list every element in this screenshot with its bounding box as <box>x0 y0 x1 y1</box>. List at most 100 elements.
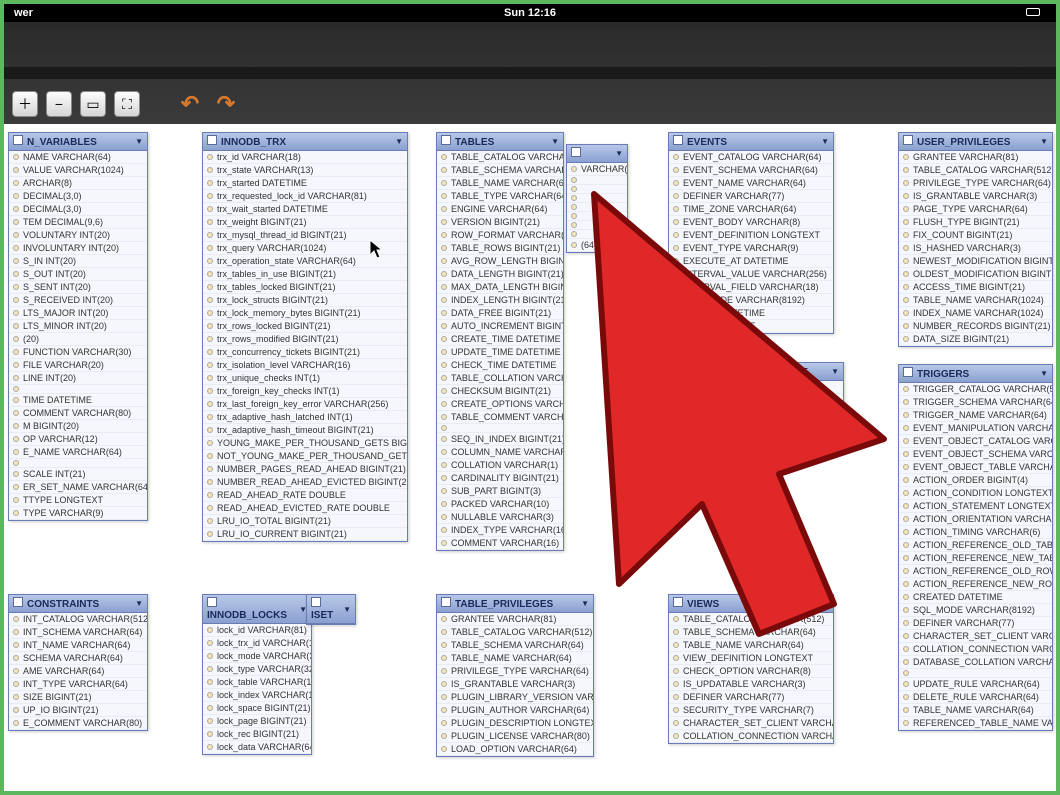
column-row[interactable]: INT_NAME VARCHAR(64) <box>9 639 147 652</box>
table-header[interactable]: VIEWS▼ <box>669 595 833 613</box>
column-row[interactable]: YOUNG_MAKE_PER_THOUSAND_GETS BIGINT(21) <box>203 437 407 450</box>
column-row[interactable]: COMMENT VARCHAR(16) <box>437 537 563 550</box>
column-row[interactable]: CHECK_TIME DATETIME <box>437 359 563 372</box>
innodb-trx-table[interactable]: INNODB_TRX▼trx_id VARCHAR(18)trx_state V… <box>202 132 408 542</box>
column-row[interactable]: DEFINER VARCHAR(77) <box>669 190 833 203</box>
column-row[interactable]: EVENT_OBJECT_SCHEMA VARCHAR(64) <box>899 448 1052 461</box>
innodb-locks-table[interactable]: INNODB_LOCKS▼lock_id VARCHAR(81)lock_trx… <box>202 594 312 755</box>
column-row[interactable]: INT_CATALOG VARCHAR(512) <box>9 613 147 626</box>
column-row[interactable]: LRU_IO_CURRENT BIGINT(21) <box>203 528 407 541</box>
column-row[interactable] <box>437 424 563 433</box>
column-row[interactable]: COLUMN_NAME VARCHAR(64) <box>437 446 563 459</box>
column-row[interactable]: ACTION_REFERENCE_NEW_ROW VARC <box>899 578 1052 591</box>
chevron-down-icon[interactable]: ▼ <box>615 149 623 158</box>
column-row[interactable]: IS_GRANTABLE VARCHAR(3) <box>437 678 593 691</box>
column-row[interactable]: IS_HASHED VARCHAR(3) <box>899 242 1052 255</box>
column-row[interactable] <box>567 212 627 221</box>
column-row[interactable]: EVENT_BODY VARCHAR(8) <box>669 216 833 229</box>
column-row[interactable]: trx_weight BIGINT(21) <box>203 216 407 229</box>
column-row[interactable]: TYPE VARCHAR(9) <box>9 507 147 520</box>
column-row[interactable]: INVOLUNTARY INT(20) <box>9 242 147 255</box>
column-row[interactable]: TRIGGER_NAME VARCHAR(64) <box>899 409 1052 422</box>
column-row[interactable]: TABLE_SCHEMA VARCHAR(64) <box>437 639 593 652</box>
column-row[interactable]: lock_space BIGINT(21) <box>203 702 311 715</box>
column-row[interactable]: SCALE INT(21) <box>9 468 147 481</box>
column-row[interactable]: SCHEMA VARCHAR(64) <box>9 652 147 665</box>
column-row[interactable]: VERSION BIGINT(21) <box>437 216 563 229</box>
column-row[interactable]: TTYPE LONGTEXT <box>9 494 147 507</box>
chevron-down-icon[interactable]: ▼ <box>551 137 559 146</box>
column-row[interactable]: EVENT_TYPE VARCHAR(9) <box>669 242 833 255</box>
column-row[interactable]: CREATED DATETIME <box>899 591 1052 604</box>
diagram-canvas[interactable]: N_VARIABLES▼NAME VARCHAR(64)VALUE VARCHA… <box>4 124 1056 791</box>
column-row[interactable]: OLDEST_MODIFICATION BIGINT(21) <box>899 268 1052 281</box>
column-row[interactable]: trx_mysql_thread_id BIGINT(21) <box>203 229 407 242</box>
column-row[interactable]: lock_index VARCHAR(1024) <box>203 689 311 702</box>
column-row[interactable]: NEWEST_MODIFICATION BIGINT(21) <box>899 255 1052 268</box>
column-row[interactable]: lock_data VARCHAR(64) <box>203 741 311 754</box>
column-row[interactable]: FILE VARCHAR(20) <box>9 359 147 372</box>
redo-button[interactable]: ↷ <box>212 90 240 118</box>
constraints-table[interactable]: CONSTRAINTS▼INT_CATALOG VARCHAR(512)INT_… <box>8 594 148 731</box>
column-row[interactable]: trx_lock_memory_bytes BIGINT(21) <box>203 307 407 320</box>
column-row[interactable]: EVENT_CATALOG VARCHAR(64) <box>669 151 833 164</box>
column-row[interactable]: trx_last_foreign_key_error VARCHAR(256) <box>203 398 407 411</box>
column-row[interactable]: trx_requested_lock_id VARCHAR(81) <box>203 190 407 203</box>
column-row[interactable]: SIZE BIGINT(21) <box>9 691 147 704</box>
column-row[interactable]: NUMBER_RECORDS BIGINT(21) <box>899 320 1052 333</box>
column-row[interactable]: ACTION_CONDITION LONGTEXT <box>899 487 1052 500</box>
column-row[interactable]: INDEX_NAME VARCHAR(1024) <box>899 307 1052 320</box>
column-row[interactable]: S_IN INT(20) <box>9 255 147 268</box>
column-row[interactable]: SECURITY_TYPE VARCHAR(7) <box>669 704 833 717</box>
column-row[interactable]: INTERVAL_FIELD VARCHAR(18) <box>669 281 833 294</box>
column-row[interactable]: trx_started DATETIME <box>203 177 407 190</box>
column-row[interactable]: DELETE_RULE VARCHAR(64) <box>899 691 1052 704</box>
column-row[interactable]: TABLE_NAME VARCHAR(64) <box>899 704 1052 717</box>
column-row[interactable]: FLUSH_TYPE BIGINT(21) <box>899 216 1052 229</box>
column-row[interactable]: trx_rows_modified BIGINT(21) <box>203 333 407 346</box>
chevron-down-icon[interactable]: ▼ <box>581 599 589 608</box>
column-row[interactable]: LOG VARCHAR(64) <box>705 381 843 394</box>
column-row[interactable]: trx_tables_locked BIGINT(21) <box>203 281 407 294</box>
table-header[interactable]: COLUMN_USAGE▼ <box>705 363 843 381</box>
column-row[interactable]: (64) <box>567 239 627 252</box>
iset-table[interactable]: ISET▼ <box>306 594 356 625</box>
column-row[interactable]: PLUGIN_LIBRARY_VERSION VARCHAR(20) <box>437 691 593 704</box>
column-row[interactable]: ENDS DATETIME <box>669 320 833 333</box>
column-row[interactable]: trx_foreign_key_checks INT(1) <box>203 385 407 398</box>
column-row[interactable]: DEFINER VARCHAR(77) <box>669 691 833 704</box>
column-row[interactable]: SQL_MODE VARCHAR(8192) <box>899 604 1052 617</box>
column-row[interactable]: IS_UPDATABLE VARCHAR(3) <box>669 678 833 691</box>
column-row[interactable]: UPDATE_TIME DATETIME <box>437 346 563 359</box>
column-row[interactable]: TABLE_NAME VARCHAR(64) <box>669 639 833 652</box>
table-header[interactable]: TABLES▼ <box>437 133 563 151</box>
column-row[interactable]: VARCHAR(32) <box>567 163 627 176</box>
column-row[interactable] <box>567 230 627 239</box>
column-row[interactable]: TABLE_CATALOG VARCHAR(512) <box>669 613 833 626</box>
column-row[interactable]: CREATE_TIME DATETIME <box>437 333 563 346</box>
column-row[interactable]: ACTION_REFERENCE_OLD_TABLE VAR <box>899 539 1052 552</box>
column-row[interactable]: TABLE_CATALOG VARCHAR(512) <box>899 164 1052 177</box>
column-row[interactable]: AME VARCHAR(64) <box>9 665 147 678</box>
column-row[interactable] <box>567 176 627 185</box>
column-row[interactable]: LTS_MINOR INT(20) <box>9 320 147 333</box>
chevron-down-icon[interactable]: ▼ <box>1040 369 1048 378</box>
column-row[interactable]: LOAD_OPTION VARCHAR(64) <box>437 743 593 756</box>
column-row[interactable]: lock_mode VARCHAR(32) <box>203 650 311 663</box>
table-header[interactable]: USER_PRIVILEGES▼ <box>899 133 1052 151</box>
column-row[interactable] <box>705 403 843 412</box>
column-row[interactable] <box>567 221 627 230</box>
column-row[interactable]: lock_trx_id VARCHAR(18) <box>203 637 311 650</box>
column-row[interactable]: UPDATE_RULE VARCHAR(64) <box>899 678 1052 691</box>
column-row[interactable]: COMMENT VARCHAR(80) <box>9 407 147 420</box>
variables-table[interactable]: N_VARIABLES▼NAME VARCHAR(64)VALUE VARCHA… <box>8 132 148 521</box>
column-row[interactable]: trx_state VARCHAR(13) <box>203 164 407 177</box>
table-header[interactable]: N_VARIABLES▼ <box>9 133 147 151</box>
column-row[interactable]: COLLATION VARCHAR(1) <box>437 459 563 472</box>
column-row[interactable]: DATABASE_COLLATION VARCHAR(32) <box>899 656 1052 669</box>
column-row[interactable]: NUMBER_READ_AHEAD_EVICTED BIGINT(21) <box>203 476 407 489</box>
column-row[interactable]: EVENT_NAME VARCHAR(64) <box>669 177 833 190</box>
column-row[interactable] <box>567 185 627 194</box>
column-row[interactable]: COLLATION_CONNECTION VARCHAR(32) <box>899 643 1052 656</box>
column-row[interactable]: E_NAME VARCHAR(64) <box>9 446 147 459</box>
